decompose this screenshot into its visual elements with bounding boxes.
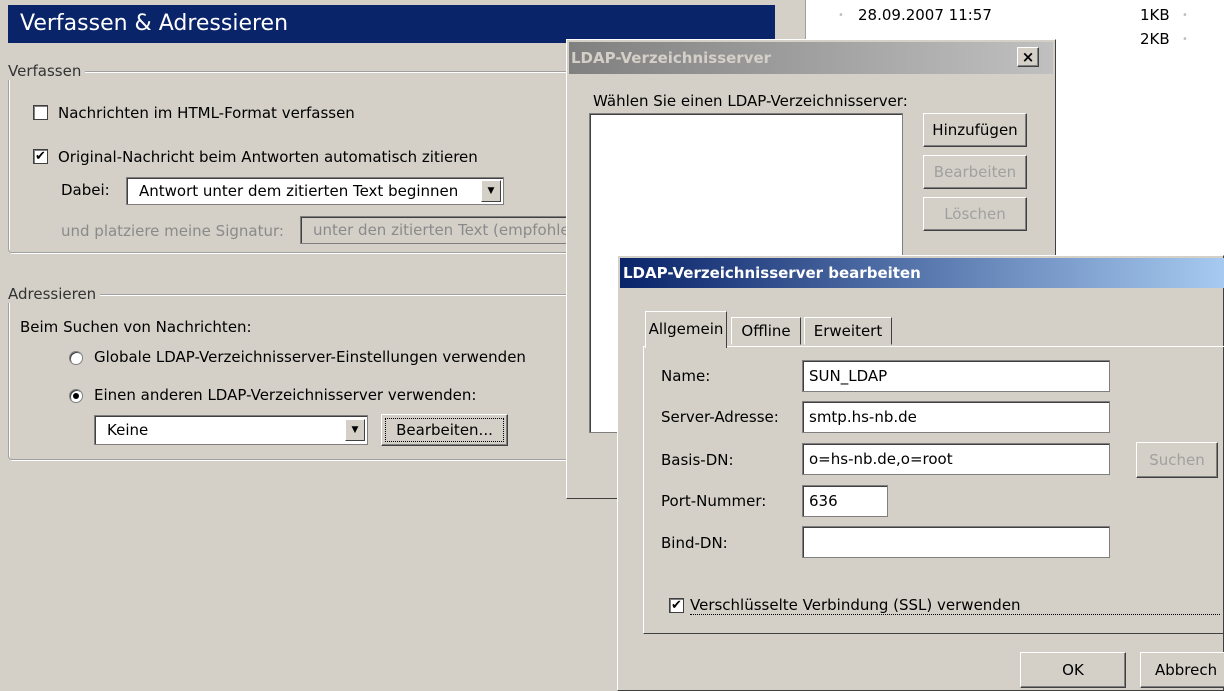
html-format-label: Nachrichten im HTML-Format verfassen <box>58 104 355 122</box>
compose-group-label: Verfassen <box>4 62 86 80</box>
page-title: Verfassen & Adressieren <box>8 5 775 43</box>
search-label: Beim Suchen von Nachrichten: <box>20 318 252 336</box>
bullet-icon: • <box>1182 10 1188 21</box>
search-dn-button[interactable]: Suchen <box>1136 442 1218 478</box>
ldap-server-value: Keine <box>107 421 149 439</box>
port-label: Port-Nummer: <box>661 492 767 510</box>
signature-value: unter den zitierten Text (empfohle <box>313 221 570 239</box>
file-date: 28.09.2007 11:57 <box>858 6 992 24</box>
base-dn-field[interactable]: o=hs-nb.de,o=root <box>802 443 1110 475</box>
edit-server-dialog-button[interactable]: Bearbeiten <box>923 155 1027 189</box>
cancel-button[interactable]: Abbrech <box>1140 652 1224 688</box>
ldap-prompt: Wählen Sie einen LDAP-Verzeichnisserver: <box>593 92 908 110</box>
ok-button[interactable]: OK <box>1020 652 1126 688</box>
global-ldap-radio[interactable] <box>69 351 83 365</box>
bullet-icon: • <box>838 10 844 21</box>
edit-dialog-titlebar: LDAP-Verzeichnisserver bearbeiten <box>620 258 1224 288</box>
reply-position-select[interactable]: Antwort unter dem zitierten Text beginne… <box>126 177 504 205</box>
ldap-server-select[interactable]: Keine ▼ <box>94 415 368 445</box>
bind-dn-label: Bind-DN: <box>661 534 728 552</box>
add-server-button[interactable]: Hinzufügen <box>923 113 1027 147</box>
delete-server-button[interactable]: Löschen <box>923 197 1027 231</box>
server-address-label: Server-Adresse: <box>661 408 779 426</box>
bullet-icon: • <box>1182 34 1188 45</box>
quote-label: Original-Nachricht beim Antworten automa… <box>58 148 478 166</box>
global-ldap-label: Globale LDAP-Verzeichnisserver-Einstellu… <box>94 348 526 366</box>
other-ldap-radio[interactable] <box>69 389 83 403</box>
port-field[interactable]: 636 <box>802 485 888 517</box>
html-format-checkbox[interactable] <box>33 105 48 120</box>
ssl-checkbox[interactable]: ✔ <box>669 598 684 613</box>
name-field[interactable]: SUN_LDAP <box>802 360 1110 392</box>
signature-select[interactable]: unter den zitierten Text (empfohle <box>300 216 570 244</box>
tab-erweitert[interactable]: Erweitert <box>804 317 892 345</box>
base-dn-label: Basis-DN: <box>661 451 734 469</box>
name-label: Name: <box>661 367 711 385</box>
ldap-dialog-title: LDAP-Verzeichnisserver <box>571 49 772 67</box>
close-icon[interactable]: × <box>1017 47 1039 67</box>
server-address-field[interactable]: smtp.hs-nb.de <box>802 401 1110 433</box>
bind-dn-field[interactable] <box>802 526 1110 558</box>
chevron-down-icon[interactable]: ▼ <box>481 180 501 202</box>
dabei-label: Dabei: <box>61 181 110 199</box>
quote-checkbox[interactable]: ✔ <box>33 149 48 164</box>
address-group-label: Adressieren <box>4 285 101 303</box>
ldap-dialog-titlebar: LDAP-Verzeichnisserver × <box>569 42 1053 74</box>
other-ldap-label: Einen anderen LDAP-Verzeichnisserver ver… <box>94 386 477 404</box>
reply-position-value: Antwort unter dem zitierten Text beginne… <box>139 182 459 200</box>
file-size: 2KB <box>1140 30 1170 48</box>
edit-server-button[interactable]: Bearbeiten... <box>381 414 508 446</box>
signature-label: und platziere meine Signatur: <box>61 222 284 240</box>
tab-offline[interactable]: Offline <box>731 317 801 345</box>
ssl-label: Verschlüsselte Verbindung (SSL) verwende… <box>690 596 1220 615</box>
ldap-edit-dialog: LDAP-Verzeichnisserver bearbeiten Allgem… <box>617 255 1224 691</box>
chevron-down-icon[interactable]: ▼ <box>345 419 365 441</box>
file-size: 1KB <box>1140 6 1170 24</box>
tab-allgemein[interactable]: Allgemein <box>645 311 727 348</box>
edit-dialog-title: LDAP-Verzeichnisserver bearbeiten <box>623 264 921 282</box>
